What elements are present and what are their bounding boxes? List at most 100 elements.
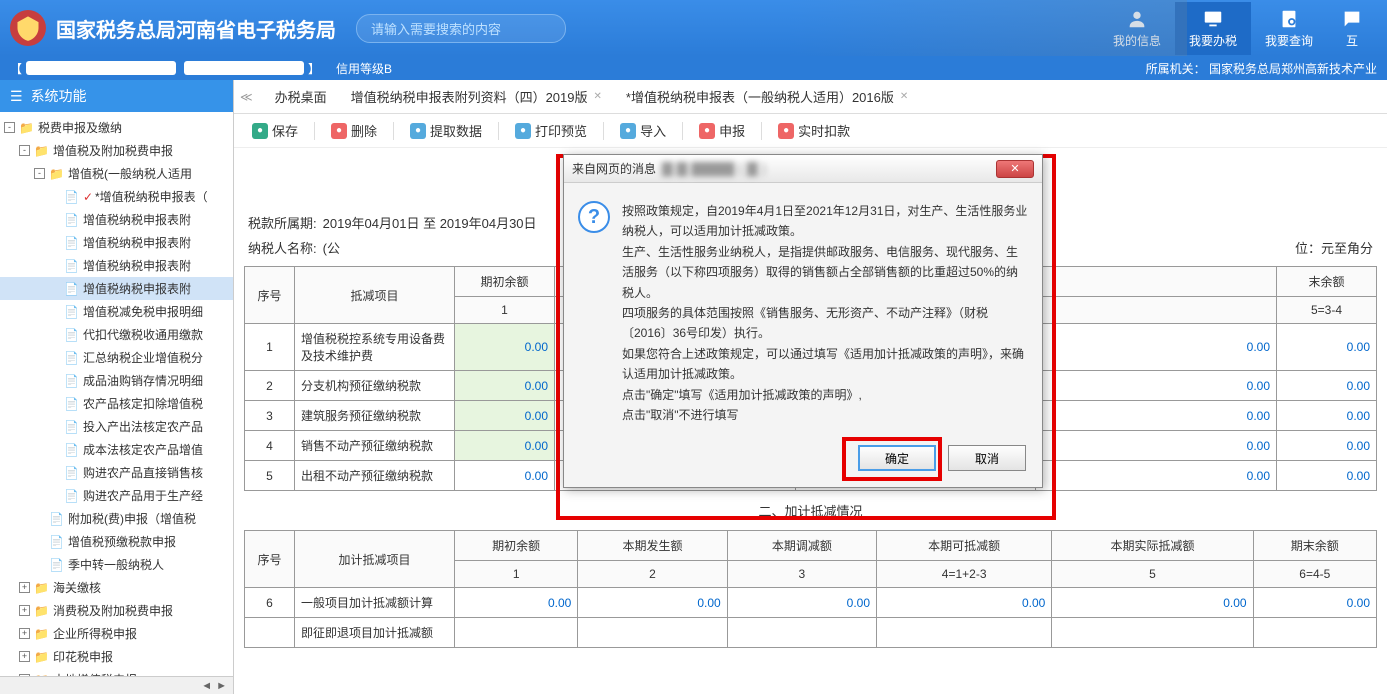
folder-icon: 📁 [34,627,49,641]
tree-node[interactable]: 📄增值税纳税申报表附 [0,254,233,277]
tree-node[interactable]: +📁土地增值税申报 [0,668,233,676]
toolbar: ●保存 ●删除 ●提取数据 ●打印预览 ●导入 ●申报 ●实时扣款 [234,114,1387,148]
file-icon: 📄 [64,489,79,503]
toolbar-button[interactable]: ●申报 [691,118,753,143]
file-icon: 📄 [49,535,64,549]
tree-toggle-icon[interactable]: + [19,628,30,639]
tree-node[interactable]: 📄✓*增值税纳税申报表（ [0,185,233,208]
toolbar-button[interactable]: ●保存 [244,118,306,143]
sidebar: ☰ 系统功能 -📁税费申报及缴纳-📁增值税及附加税费申报-📁增值税(一般纳税人适… [0,80,234,694]
menu-icon: ☰ [10,88,23,105]
tree-node[interactable]: 📄成本法核定农产品增值 [0,438,233,461]
file-icon: 📄 [64,282,79,296]
company-redacted [26,61,176,75]
tree-toggle-icon[interactable]: + [19,582,30,593]
file-icon: 📄 [64,305,79,319]
sidebar-footer: ◄ ► [0,676,233,694]
check-icon: ✓ [83,190,93,204]
chat-icon [1341,8,1363,30]
tree-node[interactable]: -📁增值税及附加税费申报 [0,139,233,162]
tree-node[interactable]: 📄季中转一般纳税人 [0,553,233,576]
file-icon: 📄 [64,397,79,411]
tree-node[interactable]: -📁增值税(一般纳税人适用 [0,162,233,185]
toolbar-button[interactable]: ●实时扣款 [770,118,858,143]
file-icon: 📄 [64,259,79,273]
credit-rating: 信用等级B [336,60,392,77]
ok-button[interactable]: 确定 [858,445,936,471]
file-icon: 📄 [64,213,79,227]
search-input[interactable]: 请输入需要搜索的内容 [356,14,566,43]
toolbar-icon: ● [778,123,794,139]
toolbar-icon: ● [699,123,715,139]
tree-toggle-icon[interactable]: - [4,122,15,133]
dialog-message: 按照政策规定，自2019年4月1日至2021年12月31日，对生产、生活性服务业… [622,201,1028,425]
org-value: 国家税务总局郑州高新技术产业 [1209,62,1377,76]
file-icon: 📄 [64,328,79,342]
tree-node[interactable]: 📄增值税纳税申报表附 [0,231,233,254]
tree-node[interactable]: 📄购进农产品直接销售核 [0,461,233,484]
tree-node[interactable]: +📁海关缴核 [0,576,233,599]
file-icon: 📄 [64,420,79,434]
tab-close-icon[interactable]: ✕ [594,91,602,102]
file-icon: 📄 [49,558,64,572]
file-icon: 📄 [64,236,79,250]
folder-icon: 📁 [34,650,49,664]
scroll-right-icon[interactable]: ► [216,680,227,692]
payer-value: (公 [323,238,340,257]
file-icon: 📄 [64,190,79,204]
tree-node[interactable]: 📄增值税纳税申报表附 [0,208,233,231]
tree-node[interactable]: +📁印花税申报 [0,645,233,668]
folder-icon: 📁 [34,144,49,158]
tree-toggle-icon[interactable]: + [19,651,30,662]
tab[interactable]: 办税桌面 [263,81,339,112]
tree-node[interactable]: 📄农产品核定扣除增值税 [0,392,233,415]
search-doc-icon [1278,8,1300,30]
tree-node[interactable]: 📄代扣代缴税收通用缴款 [0,323,233,346]
tab-bar: ≪ 办税桌面增值税纳税申报表附列资料（四）2019版✕*增值税纳税申报表（一般纳… [234,80,1387,114]
payer-label: 纳税人名称: [248,238,317,257]
dialog-close-button[interactable]: ✕ [996,160,1034,178]
section2-title: 二、加计抵减情况 [244,491,1377,530]
tree-node[interactable]: 📄汇总纳税企业增值税分 [0,346,233,369]
scroll-left-icon[interactable]: ◄ [201,680,212,692]
tree-toggle-icon[interactable]: - [34,168,45,179]
toolbar-button[interactable]: ●提取数据 [402,118,490,143]
sidebar-header: ☰ 系统功能 [0,80,233,112]
tree-node[interactable]: +📁消费税及附加税费申报 [0,599,233,622]
folder-icon: 📁 [19,121,34,135]
tree-toggle-icon[interactable]: - [19,145,30,156]
tab-close-icon[interactable]: ✕ [900,91,908,102]
folder-icon: 📁 [34,581,49,595]
logo-emblem [10,10,46,46]
tree-node[interactable]: 📄增值税纳税申报表附 [0,277,233,300]
toolbar-button[interactable]: ●打印预览 [507,118,595,143]
tab[interactable]: *增值税纳税申报表（一般纳税人适用）2016版✕ [614,81,920,112]
tree-node[interactable]: 📄增值税预缴税款申报 [0,530,233,553]
subheader: 【 】 信用等级B 所属机关： 国家税务总局郑州高新技术产业 [0,56,1387,80]
tree-node[interactable]: 📄购进农产品用于生产经 [0,484,233,507]
nav-tree: -📁税费申报及缴纳-📁增值税及附加税费申报-📁增值税(一般纳税人适用📄✓*增值税… [0,112,233,676]
tab[interactable]: 增值税纳税申报表附列资料（四）2019版✕ [339,81,614,112]
toolbar-icon: ● [515,123,531,139]
confirm-dialog: 来自网页的消息 ▇ ▇ ▇▇▇▇ ( ▇ ) ✕ ? 按照政策规定，自2019年… [563,154,1043,488]
toolbar-icon: ● [620,123,636,139]
collapse-sidebar-icon[interactable]: ≪ [240,90,253,104]
tree-toggle-icon[interactable]: + [19,605,30,616]
file-icon: 📄 [64,466,79,480]
toolbar-icon: ● [410,123,426,139]
tree-node[interactable]: -📁税费申报及缴纳 [0,116,233,139]
toolbar-icon: ● [252,123,268,139]
unit-label: 位：元至角分 [1295,238,1373,257]
tree-node[interactable]: 📄附加税(费)申报（增值税 [0,507,233,530]
cancel-button[interactable]: 取消 [948,445,1026,471]
tree-node[interactable]: +📁企业所得税申报 [0,622,233,645]
tree-node[interactable]: 📄投入产出法核定农产品 [0,415,233,438]
toolbar-button[interactable]: ●删除 [323,118,385,143]
nav-interact[interactable]: 互 [1327,2,1377,55]
folder-icon: 📁 [49,167,64,181]
toolbar-button[interactable]: ●导入 [612,118,674,143]
nav-query[interactable]: 我要查询 [1251,2,1327,55]
tree-node[interactable]: 📄成品油购销存情况明细 [0,369,233,392]
tree-node[interactable]: 📄增值税减免税申报明细 [0,300,233,323]
folder-icon: 📁 [34,604,49,618]
